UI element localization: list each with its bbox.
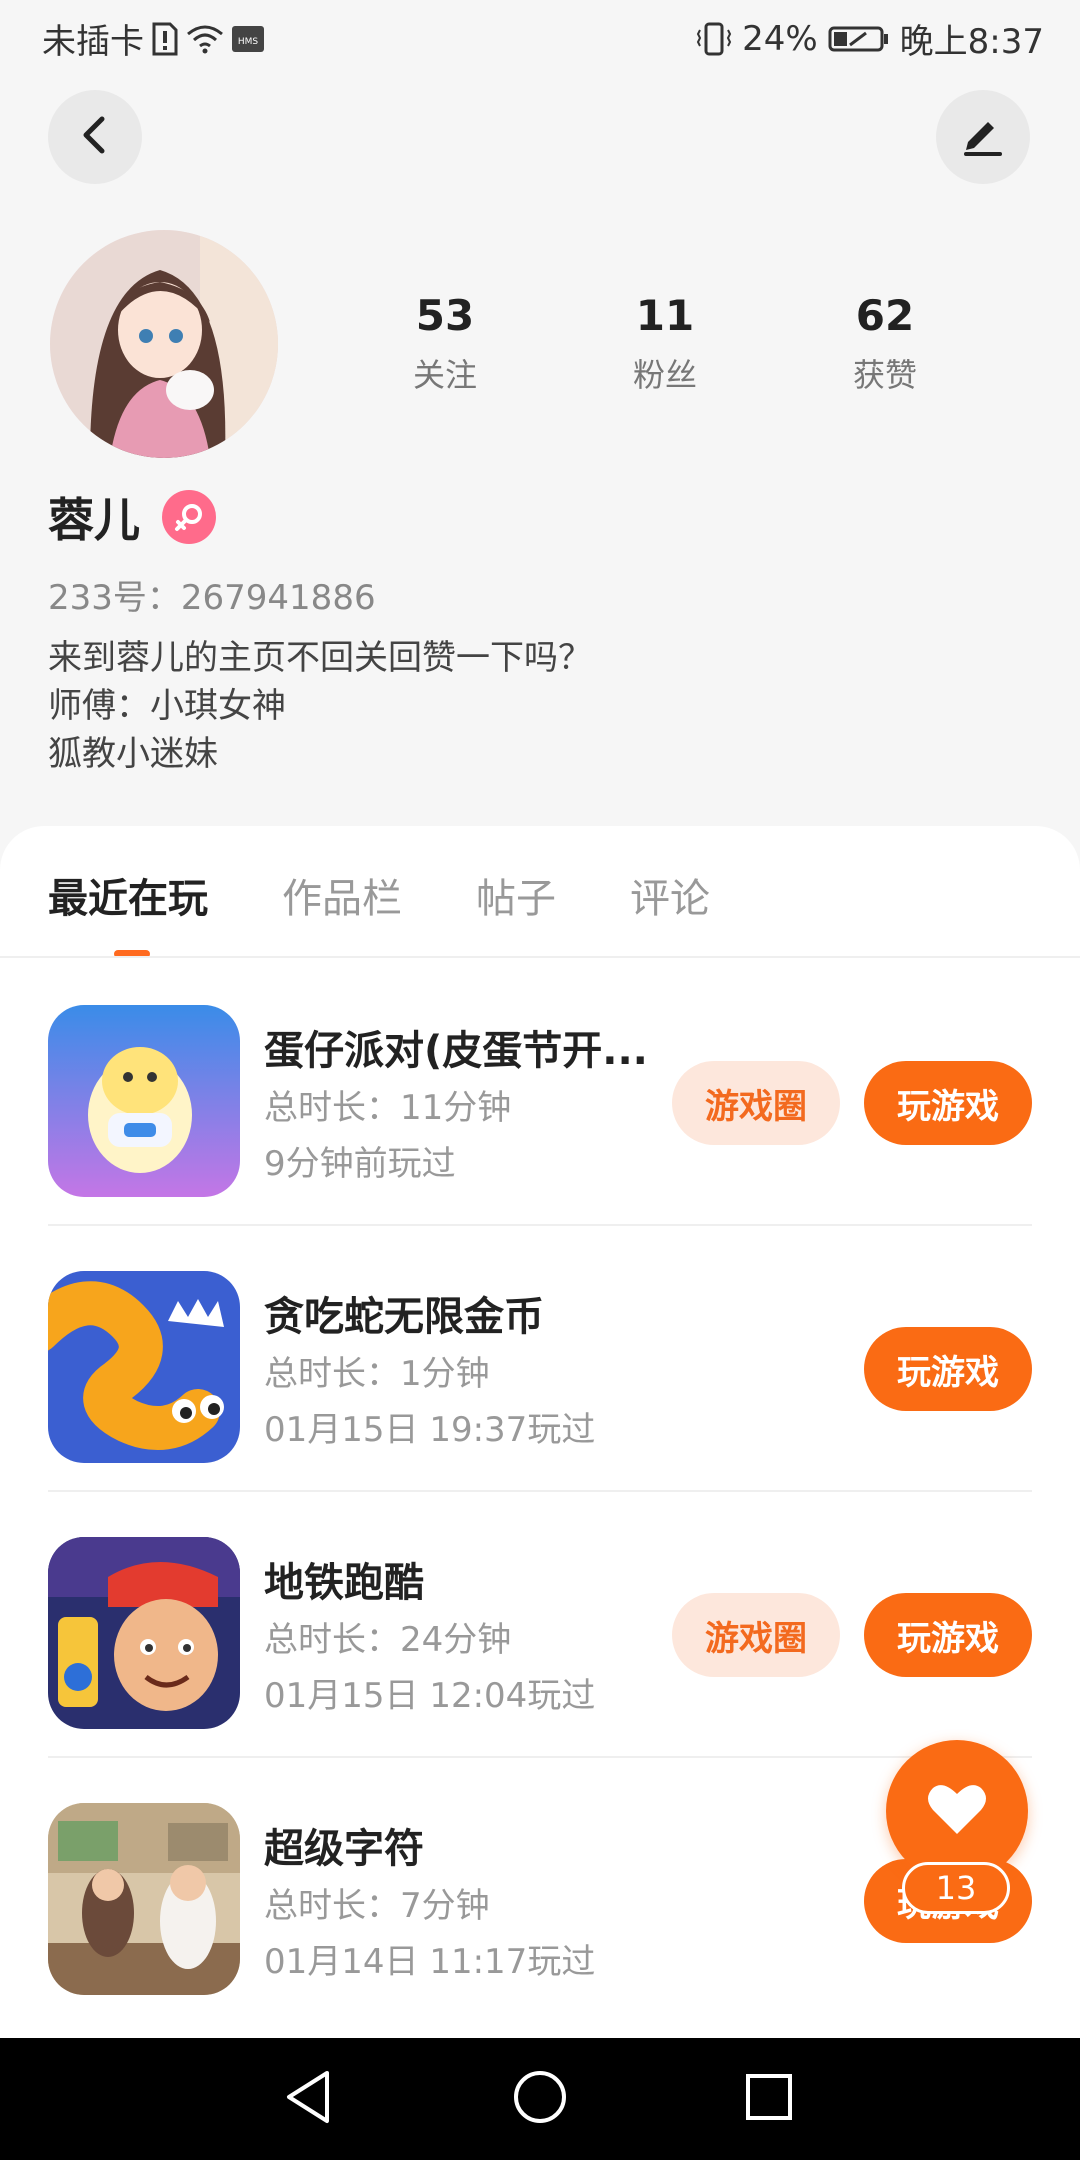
username-row: 蓉儿 bbox=[48, 484, 216, 550]
game-circle-button[interactable]: 游戏圈 bbox=[672, 1061, 840, 1145]
game-last-played: 01月15日 19:37玩过 bbox=[264, 1410, 596, 1450]
game-icon-eggy-party bbox=[48, 1005, 240, 1197]
game-title: 地铁跑酷 bbox=[264, 1560, 424, 1606]
user-id: 233号：267941886 bbox=[48, 578, 376, 618]
stat-value: 62 bbox=[855, 291, 915, 340]
game-duration: 总时长：1分钟 bbox=[264, 1354, 490, 1394]
tab-posts[interactable]: 帖子 bbox=[476, 866, 556, 924]
like-fab-button[interactable] bbox=[886, 1740, 1028, 1882]
tab-works[interactable]: 作品栏 bbox=[282, 866, 402, 924]
triangle-back-icon bbox=[283, 2069, 335, 2129]
play-game-button[interactable]: 玩游戏 bbox=[864, 1061, 1032, 1145]
stat-label: 关注 bbox=[412, 356, 477, 394]
clock: 晚上8:37 bbox=[899, 22, 1044, 62]
stat-label: 获赞 bbox=[852, 356, 917, 394]
game-icon-super-characters bbox=[48, 1803, 240, 1995]
svg-text:HMS: HMS bbox=[238, 37, 259, 47]
game-title: 蛋仔派对(皮蛋节开... bbox=[264, 1028, 648, 1074]
bio-line: 来到蓉儿的主页不回关回赞一下吗？ bbox=[48, 638, 592, 678]
battery-percent: 24% bbox=[742, 18, 818, 59]
game-duration: 总时长：24分钟 bbox=[264, 1620, 512, 1660]
stat-label: 粉丝 bbox=[632, 356, 697, 394]
chevron-left-icon bbox=[78, 115, 112, 159]
pencil-icon bbox=[960, 112, 1006, 162]
profile-stats: 53 关注 11 粉丝 62 获赞 bbox=[335, 290, 995, 396]
system-nav-bar bbox=[0, 2038, 1080, 2160]
tab-bar: 最近在玩 作品栏 帖子 评论 bbox=[48, 866, 784, 924]
avatar[interactable] bbox=[50, 230, 278, 458]
nav-recents-button[interactable] bbox=[734, 2064, 804, 2134]
play-game-button[interactable]: 玩游戏 bbox=[864, 1593, 1032, 1677]
game-title: 贪吃蛇无限金币 bbox=[264, 1294, 544, 1340]
like-count-badge: 13 bbox=[902, 1862, 1010, 1914]
game-row[interactable]: 贪吃蛇无限金币 总时长：1分钟 01月15日 19:37玩过 玩游戏 bbox=[48, 1226, 1080, 1492]
hms-icon: HMS bbox=[232, 24, 264, 54]
wifi-icon bbox=[186, 24, 224, 54]
game-row[interactable]: 地铁跑酷 总时长：24分钟 01月15日 12:04玩过 游戏圈 玩游戏 bbox=[48, 1492, 1080, 1758]
carrier-text: 未插卡 bbox=[42, 22, 144, 62]
game-title: 超级字符 bbox=[264, 1826, 424, 1872]
circle-home-icon bbox=[512, 2069, 568, 2129]
game-last-played: 01月14日 11:17玩过 bbox=[264, 1942, 596, 1982]
game-duration: 总时长：11分钟 bbox=[264, 1088, 512, 1128]
game-row[interactable]: 蛋仔派对(皮蛋节开... 总时长：11分钟 9分钟前玩过 游戏圈 玩游戏 bbox=[48, 960, 1080, 1226]
heart-icon bbox=[927, 1782, 987, 1840]
game-last-played: 01月15日 12:04玩过 bbox=[264, 1676, 596, 1716]
bio: 来到蓉儿的主页不回关回赞一下吗？ 师傅：小琪女神 狐教小迷妹 bbox=[48, 634, 592, 778]
game-last-played: 9分钟前玩过 bbox=[264, 1144, 456, 1184]
divider bbox=[0, 956, 1080, 958]
stat-value: 11 bbox=[635, 291, 695, 340]
nav-home-button[interactable] bbox=[505, 2064, 575, 2134]
sim-alert-icon bbox=[152, 22, 178, 56]
square-recents-icon bbox=[744, 2072, 794, 2126]
avatar-illustration bbox=[50, 230, 278, 458]
back-button[interactable] bbox=[48, 90, 142, 184]
game-circle-button[interactable]: 游戏圈 bbox=[672, 1593, 840, 1677]
username: 蓉儿 bbox=[48, 493, 140, 547]
game-icon-subway-surfers bbox=[48, 1537, 240, 1729]
nav-back-button[interactable] bbox=[274, 2064, 344, 2134]
vibrate-icon bbox=[696, 22, 732, 56]
bio-line: 师傅：小琪女神 bbox=[48, 686, 286, 726]
stat-likes[interactable]: 62 获赞 bbox=[775, 290, 995, 396]
female-gender-icon bbox=[162, 490, 216, 544]
tab-comments[interactable]: 评论 bbox=[630, 866, 710, 924]
stat-fans[interactable]: 11 粉丝 bbox=[555, 290, 775, 396]
status-bar: 未插卡 HMS 24% 晚上8:37 bbox=[0, 0, 1080, 76]
stat-value: 53 bbox=[415, 291, 475, 340]
tab-recently-played[interactable]: 最近在玩 bbox=[48, 866, 208, 924]
game-duration: 总时长：7分钟 bbox=[264, 1886, 490, 1926]
bio-line: 狐教小迷妹 bbox=[48, 734, 218, 774]
battery-icon bbox=[828, 24, 890, 54]
play-game-button[interactable]: 玩游戏 bbox=[864, 1327, 1032, 1411]
game-icon-snake bbox=[48, 1271, 240, 1463]
edit-profile-button[interactable] bbox=[936, 90, 1030, 184]
stat-following[interactable]: 53 关注 bbox=[335, 290, 555, 396]
